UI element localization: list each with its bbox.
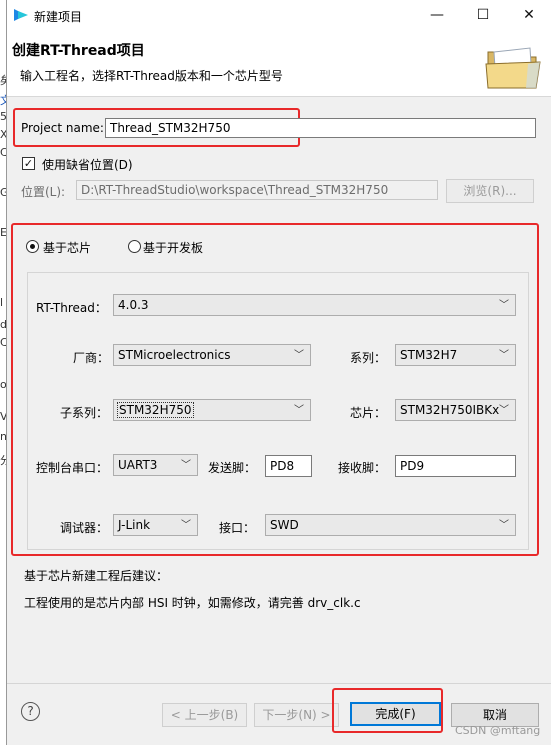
debugger-label: 调试器： [60,521,109,535]
debugger-value: J-Link [118,518,151,532]
chip-value: STM32H750IBKx [400,403,500,417]
minimize-button[interactable]: — [414,0,460,30]
subseries-label: 子系列： [60,406,109,420]
chip-label: 芯片： [350,406,387,420]
use-default-location-label: 使用缺省位置(D) [42,158,133,172]
project-name-input[interactable]: Thread_STM32H750 [105,118,536,138]
wizard-description: 输入工程名，选择RT-Thread版本和一个芯片型号 [20,69,283,83]
debugger-select[interactable]: J-Link ﹀ [113,514,198,536]
wizard-title: 创建RT-Thread项目 [12,43,145,59]
rx-pin-input[interactable]: PD9 [395,455,516,477]
rtthread-version-value: 4.0.3 [118,298,149,312]
next-button[interactable]: 下一步(N) > [254,703,339,727]
series-label: 系列： [350,351,387,365]
chevron-down-icon: ﹀ [294,405,304,416]
chevron-down-icon: ﹀ [499,300,509,311]
interface-label: 接口： [219,521,256,535]
series-select[interactable]: STM32H7 ﹀ [395,344,516,366]
finish-button[interactable]: 完成(F) [350,702,441,726]
location-label: 位置(L): [21,185,66,199]
chevron-down-icon: ﹀ [499,520,509,531]
series-value: STM32H7 [400,348,458,362]
advice-text: 工程使用的是芯片内部 HSI 时钟，如需修改，请完善 drv_clk.c [24,596,361,610]
use-default-location-checkbox[interactable]: ✓ [22,157,35,170]
vendor-select[interactable]: STMicroelectronics ﹀ [113,344,311,366]
tx-pin-input[interactable]: PD8 [265,455,312,477]
watermark: CSDN @mftang [455,724,541,737]
chevron-down-icon: ﹀ [499,405,509,416]
advice-title: 基于芯片新建工程后建议： [24,569,169,583]
interface-select[interactable]: SWD ﹀ [265,514,516,536]
rt-thread-app-icon [14,9,28,21]
vendor-label: 厂商： [73,351,110,365]
based-on-chip-label: 基于芯片 [43,241,92,255]
footer-divider [7,683,551,684]
console-uart-value: UART3 [118,458,158,472]
rtthread-version-label: RT-Thread： [36,301,107,315]
chevron-down-icon: ﹀ [181,520,191,531]
window-title: 新建项目 [34,10,83,24]
close-button[interactable]: ✕ [506,0,551,30]
project-name-label: Project name: [21,121,104,135]
subseries-select[interactable]: STM32H750 ﹀ [113,399,311,421]
rtthread-version-select[interactable]: 4.0.3 ﹀ [113,294,516,316]
tx-pin-label: 发送脚： [208,461,257,475]
rx-pin-label: 接收脚： [338,461,387,475]
interface-value: SWD [270,518,299,532]
chevron-down-icon: ﹀ [499,350,509,361]
console-uart-label: 控制台串口： [36,461,109,475]
based-on-board-radio[interactable] [128,240,141,253]
browse-button[interactable]: 浏览(R)... [446,179,534,203]
location-input[interactable]: D:\RT-ThreadStudio\workspace\Thread_STM3… [76,180,438,200]
subseries-value: STM32H750 [117,402,194,418]
folder-icon [485,47,541,89]
maximize-button[interactable]: ☐ [460,0,506,30]
back-button[interactable]: < 上一步(B) [162,703,247,727]
based-on-board-label: 基于开发板 [143,241,204,255]
vendor-value: STMicroelectronics [118,348,231,362]
chip-select[interactable]: STM32H750IBKx ﹀ [395,399,516,421]
chevron-down-icon: ﹀ [181,460,191,471]
console-uart-select[interactable]: UART3 ﹀ [113,454,198,476]
help-icon[interactable]: ? [21,702,40,721]
chevron-down-icon: ﹀ [294,350,304,361]
based-on-chip-radio[interactable] [26,240,39,253]
